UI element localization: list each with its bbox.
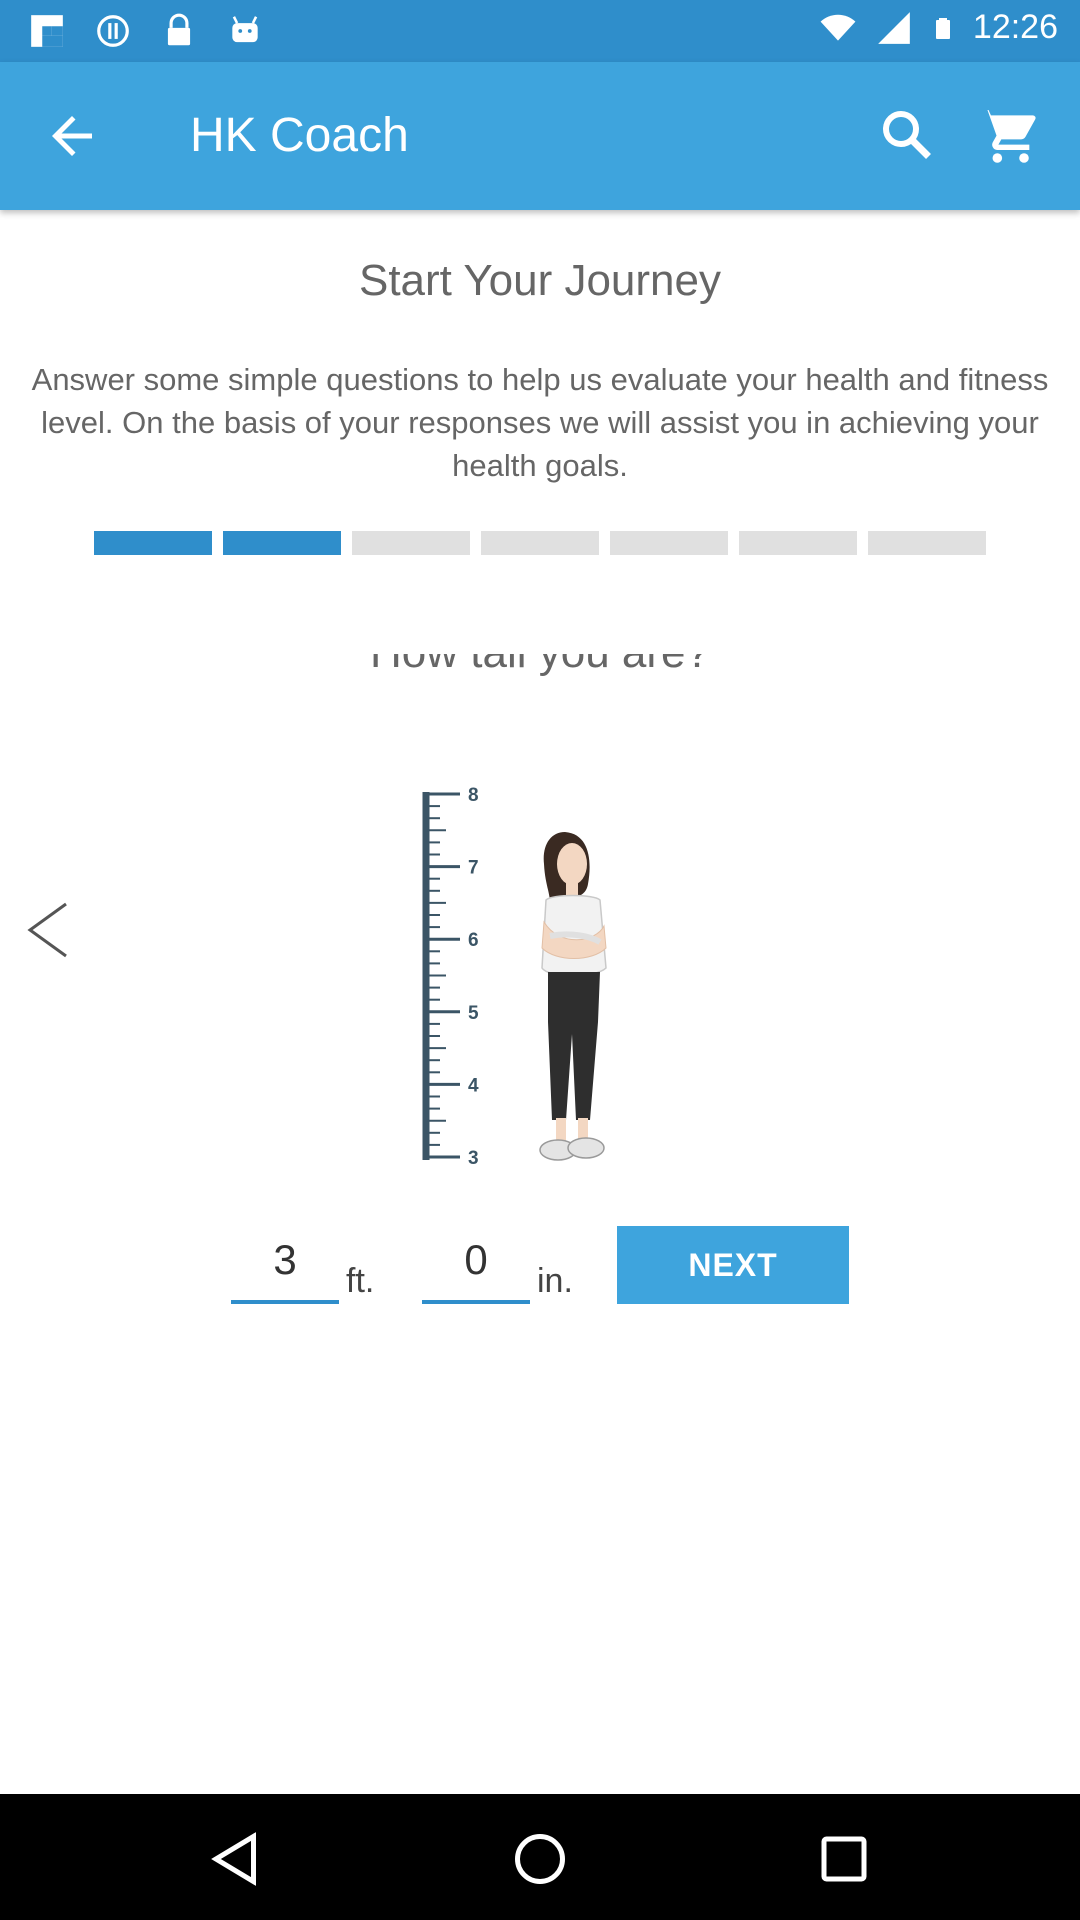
nav-back-icon[interactable] bbox=[206, 1829, 266, 1889]
height-input-row: 3 ft. 0 in. NEXT bbox=[0, 1220, 1080, 1310]
next-button[interactable]: NEXT bbox=[617, 1226, 849, 1304]
app-title: HK Coach bbox=[190, 109, 409, 162]
feet-input[interactable]: 3 bbox=[231, 1220, 339, 1304]
wifi-icon bbox=[820, 14, 856, 41]
feet-unit-label: ft. bbox=[346, 1262, 375, 1300]
nav-home-icon[interactable] bbox=[510, 1829, 570, 1889]
inches-unit-label: in. bbox=[537, 1262, 573, 1300]
progress-segment bbox=[481, 531, 599, 555]
progress-segment bbox=[94, 531, 212, 555]
height-illustration: 8 7 6 5 4 3 bbox=[422, 785, 607, 1169]
progress-segment bbox=[223, 531, 341, 555]
flipboard-icon bbox=[31, 15, 63, 47]
question-text: How tall you are? bbox=[0, 654, 1080, 678]
previous-question-arrow-icon[interactable] bbox=[24, 898, 74, 962]
progress-segment bbox=[868, 531, 986, 555]
android-icon bbox=[232, 16, 258, 43]
question-clip: How tall you are? bbox=[0, 654, 1080, 682]
ruler-label: 6 bbox=[468, 930, 479, 951]
inches-input[interactable]: 0 bbox=[422, 1220, 530, 1304]
app-bar: HK Coach bbox=[0, 62, 1080, 210]
signal-icon bbox=[878, 11, 910, 44]
system-navigation-bar bbox=[0, 1794, 1080, 1920]
ruler-label: 5 bbox=[468, 1003, 479, 1024]
intro-description: Answer some simple questions to help us … bbox=[31, 362, 1049, 483]
shopping-cart-icon[interactable] bbox=[976, 102, 1040, 166]
battery-icon bbox=[935, 17, 950, 39]
woman-figure bbox=[539, 832, 607, 1161]
ruler-label: 7 bbox=[468, 858, 479, 879]
info-icon bbox=[97, 15, 129, 47]
height-ruler: 8 7 6 5 4 3 bbox=[422, 785, 479, 1169]
lock-icon bbox=[167, 13, 191, 46]
progress-indicator bbox=[94, 531, 986, 555]
page-heading: Start Your Journey bbox=[358, 256, 721, 305]
ruler-label: 8 bbox=[468, 785, 479, 806]
progress-segment bbox=[352, 531, 470, 555]
arrow-back-icon[interactable] bbox=[42, 106, 102, 166]
progress-segment bbox=[610, 531, 728, 555]
ruler-label: 4 bbox=[468, 1075, 479, 1096]
ruler-label: 3 bbox=[468, 1148, 479, 1169]
status-time: 12:26 bbox=[972, 8, 1058, 46]
nav-recents-icon[interactable] bbox=[814, 1829, 874, 1889]
search-icon[interactable] bbox=[876, 104, 936, 164]
progress-segment bbox=[739, 531, 857, 555]
status-bar: 12:26 bbox=[0, 0, 1080, 62]
